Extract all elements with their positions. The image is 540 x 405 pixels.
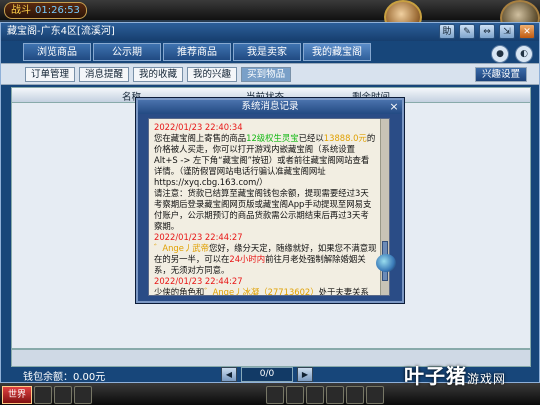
- hotkey-slot[interactable]: [34, 386, 52, 404]
- window-title: 藏宝阁-广东4区[流溪河]: [7, 26, 115, 37]
- clock-time: 01:26:53: [35, 5, 80, 16]
- top-status-bar: 战斗 01:26:53: [0, 0, 540, 20]
- message-alert-button[interactable]: 消息提醒: [79, 67, 130, 82]
- sub-nav: 订单管理 消息提醒 我的收藏 我的兴趣 买到物品 兴趣设置: [1, 63, 539, 85]
- tab-recommended[interactable]: 推荐商品: [163, 43, 231, 61]
- message-timestamp: 2022/01/23 22:44:27: [154, 232, 243, 242]
- message-couple: 少侠的角色和゛Ange丿冰凝（27713602）处于夫妻关系: [154, 287, 369, 296]
- swap-icon[interactable]: ⇔: [479, 24, 495, 39]
- tab-my-cbg[interactable]: 我的藏宝阁: [303, 43, 371, 61]
- hotkey-slot[interactable]: [326, 386, 344, 404]
- battle-clock[interactable]: 战斗 01:26:53: [4, 2, 87, 19]
- battle-label: 战斗: [11, 5, 31, 16]
- prev-page-icon[interactable]: ◀: [221, 367, 237, 382]
- window-titlebar[interactable]: 藏宝阁-广东4区[流溪河] 助 ✎ ⇔ ⇲ ✕: [1, 23, 539, 41]
- deco-icon: [376, 254, 396, 272]
- close-icon[interactable]: ✕: [519, 24, 535, 39]
- help-icon[interactable]: 助: [439, 24, 455, 39]
- interest-settings-button[interactable]: 兴趣设置: [474, 67, 527, 82]
- message-timestamp: 2022/01/23 22:40:34: [154, 122, 243, 132]
- tab-publicity[interactable]: 公示期: [93, 43, 161, 61]
- hotkey-slot[interactable]: [306, 386, 324, 404]
- page-indicator: 0/0: [241, 367, 293, 382]
- world-channel-button[interactable]: 世界: [2, 386, 32, 404]
- hotkey-slot[interactable]: [346, 386, 364, 404]
- next-page-icon[interactable]: ▶: [297, 367, 313, 382]
- order-management-button[interactable]: 订单管理: [25, 67, 76, 82]
- pagination: ◀ 0/0 ▶: [221, 367, 313, 382]
- chat-icon[interactable]: ●: [491, 45, 509, 63]
- tab-browse[interactable]: 浏览商品: [23, 43, 91, 61]
- dialog-title[interactable]: 系统消息记录: [138, 100, 402, 114]
- wallet-icon[interactable]: ◐: [515, 45, 533, 63]
- hotkey-slot[interactable]: [74, 386, 92, 404]
- site-watermark: 叶子猪游戏网: [404, 364, 507, 388]
- system-message-dialog: 系统消息记录 × 2022/01/23 22:40:34 您在藏宝阁上寄售的商品…: [136, 98, 404, 303]
- hotkey-slot[interactable]: [266, 386, 284, 404]
- message-marriage: ゛Ange丿武帝您好，缘分天定，随缘就好，如果您不满意现在的另一半，可以在24小…: [154, 243, 377, 275]
- hotkey-slot[interactable]: [286, 386, 304, 404]
- message-timestamp: 2022/01/23 22:44:27: [154, 276, 243, 286]
- wallet-balance: 钱包余额：0.00元: [23, 372, 106, 383]
- hotkey-slot[interactable]: [54, 386, 72, 404]
- message-notice: 请注意：货款已结算至藏宝阁钱包余额，提现需要经过3天考察期后登录藏宝阁网页版或藏…: [154, 188, 372, 231]
- interests-button[interactable]: 我的兴趣: [187, 67, 238, 82]
- favorites-button[interactable]: 我的收藏: [133, 67, 184, 82]
- purchased-button[interactable]: 买到物品: [241, 67, 292, 82]
- dialog-close-icon[interactable]: ×: [388, 101, 400, 113]
- hotkey-slot[interactable]: [366, 386, 384, 404]
- message-log: 2022/01/23 22:40:34 您在藏宝阁上寄售的商品12级权生灵宝已经…: [148, 118, 390, 296]
- resize-icon[interactable]: ⇲: [499, 24, 515, 39]
- tab-seller[interactable]: 我是卖家: [233, 43, 301, 61]
- main-tabs: 浏览商品 公示期 推荐商品 我是卖家 我的藏宝阁: [23, 43, 371, 61]
- message-sale: 您在藏宝阁上寄售的商品12级权生灵宝已经以13888.0元的价格被人买走，你可以…: [154, 133, 376, 187]
- edit-icon[interactable]: ✎: [459, 24, 475, 39]
